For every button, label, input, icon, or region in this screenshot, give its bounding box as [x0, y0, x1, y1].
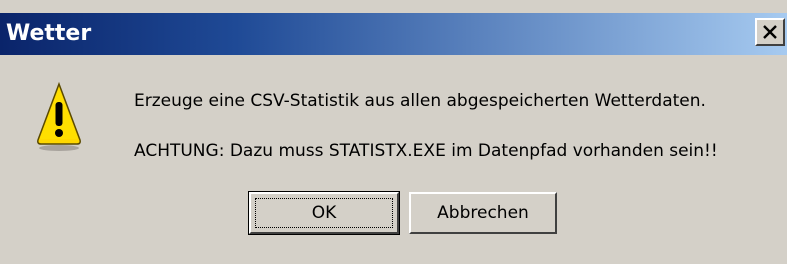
- message-line-1: Erzeuge eine CSV-Statistik aus allen abg…: [134, 91, 706, 111]
- message-line-2: ACHTUNG: Dazu muss STATISTX.EXE im Daten…: [134, 141, 718, 161]
- cancel-button[interactable]: Abbrechen: [409, 192, 557, 234]
- warning-icon: [36, 80, 82, 152]
- close-icon: [763, 25, 777, 39]
- close-button[interactable]: [755, 18, 785, 46]
- title-bar[interactable]: Wetter: [0, 13, 787, 55]
- ok-button[interactable]: OK: [248, 191, 400, 235]
- window-title: Wetter: [6, 21, 92, 46]
- message-dialog: Wetter Erzeuge eine CSV-Statistik aus al…: [0, 0, 787, 264]
